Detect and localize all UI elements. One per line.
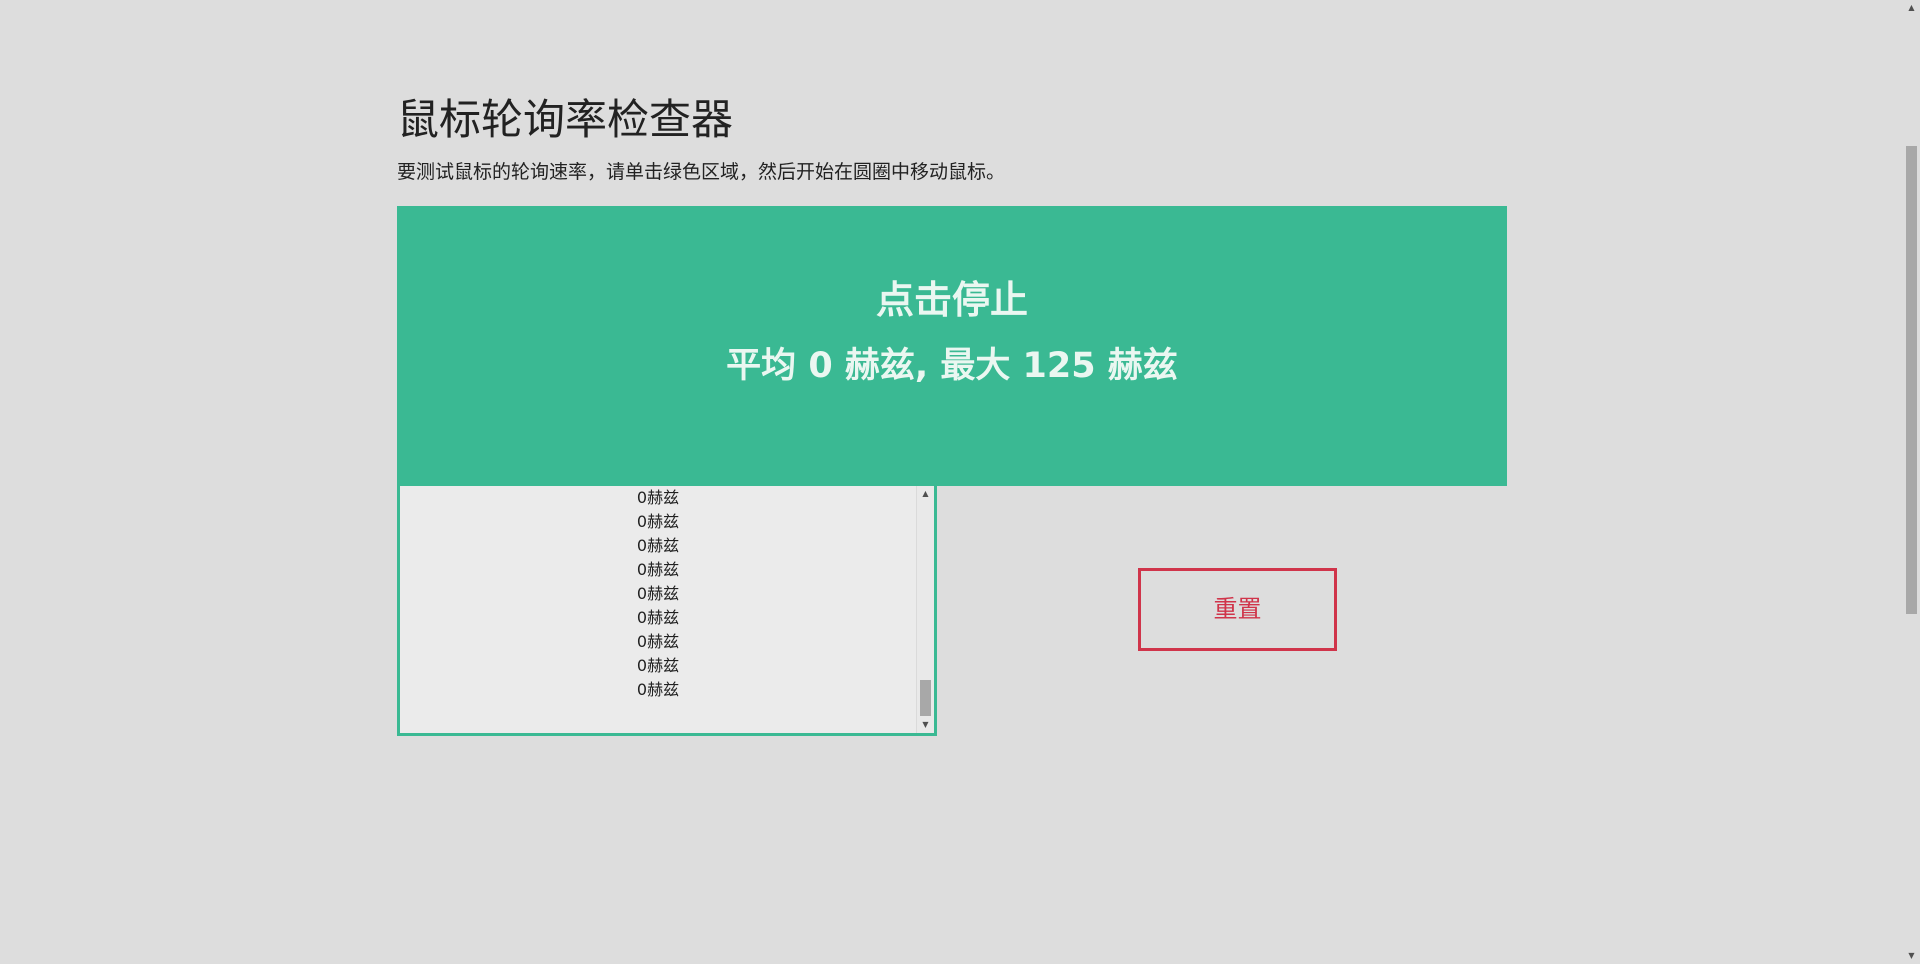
log-entry: 0赫兹: [636, 488, 680, 507]
main-content: 鼠标轮询率检查器 要测试鼠标的轮询速率，请单击绿色区域，然后开始在圆圈中移动鼠标…: [397, 90, 1507, 736]
scroll-down-icon[interactable]: ▼: [917, 717, 934, 733]
page-scrollbar[interactable]: ▲ ▼: [1903, 0, 1920, 964]
scroll-up-icon[interactable]: ▲: [917, 486, 934, 502]
page-scroll-up-icon[interactable]: ▲: [1903, 0, 1920, 16]
log-entry: 0赫兹: [636, 560, 680, 579]
log-scrollbar[interactable]: ▲ ▼: [916, 486, 934, 733]
log-entry: 0赫兹: [636, 536, 680, 555]
polling-test-area[interactable]: 点击停止 平均 0 赫兹, 最大 125 赫兹: [397, 206, 1507, 486]
log-scroll-thumb[interactable]: [920, 680, 931, 716]
page-scroll-down-icon[interactable]: ▼: [1903, 948, 1920, 964]
polling-stats: 平均 0 赫兹, 最大 125 赫兹: [726, 346, 1178, 386]
page: 鼠标轮询率检查器 要测试鼠标的轮询速率，请单击绿色区域，然后开始在圆圈中移动鼠标…: [0, 0, 1920, 964]
log-entry: 0赫兹: [636, 656, 680, 675]
polling-log-list: 0赫兹 0赫兹 0赫兹 0赫兹 0赫兹 0赫兹 0赫兹 0赫兹 0赫兹: [400, 486, 916, 733]
log-entry: 0赫兹: [636, 512, 680, 531]
log-entry: 0赫兹: [636, 632, 680, 651]
instructions-text: 要测试鼠标的轮询速率，请单击绿色区域，然后开始在圆圈中移动鼠标。: [397, 161, 1006, 183]
log-entry: 0赫兹: [636, 608, 680, 627]
page-title: 鼠标轮询率检查器: [397, 95, 734, 144]
reset-button[interactable]: 重置: [1138, 568, 1337, 651]
log-entry: 0赫兹: [636, 680, 680, 699]
polling-log-box[interactable]: 0赫兹 0赫兹 0赫兹 0赫兹 0赫兹 0赫兹 0赫兹 0赫兹 0赫兹 ▲ ▼: [397, 486, 937, 736]
log-entry: 0赫兹: [636, 584, 680, 603]
page-scroll-thumb[interactable]: [1906, 146, 1917, 614]
stop-prompt: 点击停止: [875, 278, 1028, 322]
